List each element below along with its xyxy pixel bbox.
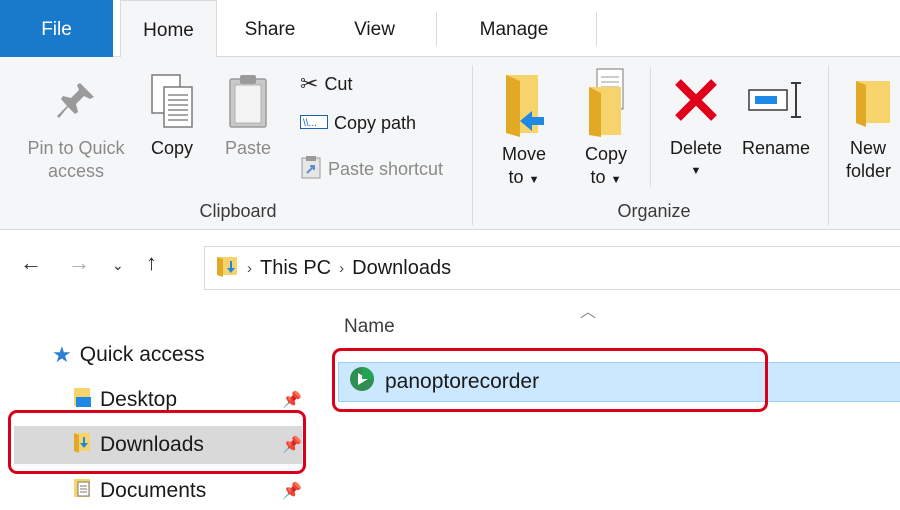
nav-item-documents[interactable]: Documents 📌 xyxy=(70,472,302,510)
ribbon: Pin to Quick access Copy Paste ✂ Cut \\.… xyxy=(0,57,900,230)
group-divider xyxy=(472,65,473,225)
scissors-icon: ✂ xyxy=(300,71,319,96)
tab-home[interactable]: Home xyxy=(120,0,217,58)
tab-manage[interactable]: Manage xyxy=(440,0,588,57)
sort-ascending-caret-icon: ︿ xyxy=(580,304,597,321)
delete-label: Delete xyxy=(669,138,723,158)
highlight-downloads-outline xyxy=(8,410,306,474)
nav-item-quick-access[interactable]: ★ Quick access xyxy=(52,336,205,374)
documents-folder-icon xyxy=(70,477,92,505)
column-header-name[interactable]: Name xyxy=(344,316,395,338)
nav-item-label: Documents xyxy=(100,479,207,502)
move-to-label-1: Move xyxy=(501,144,546,164)
pin-label-1: Pin to Quick xyxy=(27,138,125,158)
cut-button[interactable]: ✂ Cut xyxy=(300,71,352,97)
paste-button[interactable]: Paste xyxy=(216,71,280,160)
move-to-label-2: to ▼ xyxy=(508,167,540,187)
copy-button[interactable]: Copy xyxy=(140,71,204,160)
tab-file[interactable]: File xyxy=(0,0,113,57)
paste-shortcut-icon xyxy=(300,155,322,184)
tab-divider xyxy=(596,12,597,46)
copy-to-icon xyxy=(568,65,644,143)
address-bar[interactable]: › This PC › Downloads xyxy=(204,246,900,290)
paste-label: Paste xyxy=(224,138,272,158)
new-folder-label-1: New xyxy=(850,138,887,158)
group-divider xyxy=(650,67,651,187)
copy-to-label-2: to ▼ xyxy=(590,167,622,187)
delete-button[interactable]: Delete ▼ xyxy=(660,77,732,183)
up-arrow-icon[interactable]: ↑ xyxy=(146,250,157,276)
back-arrow-icon[interactable]: ← xyxy=(20,250,42,276)
delete-x-icon xyxy=(660,77,732,137)
copy-icon xyxy=(140,71,204,137)
new-folder-button[interactable]: New folder xyxy=(836,77,900,183)
breadcrumb-downloads[interactable]: Downloads xyxy=(352,257,451,280)
paste-shortcut-button[interactable]: Paste shortcut xyxy=(300,155,443,184)
file-list: ︿ Name panoptorecorder xyxy=(320,296,900,510)
star-icon: ★ xyxy=(52,342,72,367)
rename-label: Rename xyxy=(741,138,811,158)
group-divider xyxy=(828,65,829,225)
recent-locations-chevron-icon[interactable]: ⌄ xyxy=(112,257,124,274)
cut-label: Cut xyxy=(324,73,353,94)
breadcrumb-separator-icon[interactable]: › xyxy=(247,260,252,277)
pin-icon[interactable]: 📌 xyxy=(282,390,302,410)
copy-path-icon: \\... xyxy=(300,113,328,134)
ribbon-tab-strip: File Home Share View Manage xyxy=(0,0,900,58)
pin-to-quick-access-button[interactable]: Pin to Quick access xyxy=(14,79,138,183)
pin-label-2: access xyxy=(47,161,105,181)
rename-button[interactable]: Rename xyxy=(734,77,818,160)
pin-icon xyxy=(14,79,138,137)
dropdown-caret-icon: ▼ xyxy=(690,165,702,177)
copy-to-button[interactable]: Copy to ▼ xyxy=(568,65,644,192)
paste-shortcut-label: Paste shortcut xyxy=(328,159,444,179)
new-folder-icon xyxy=(836,77,900,137)
dropdown-caret-icon: ▼ xyxy=(610,174,622,186)
tab-share[interactable]: Share xyxy=(222,0,318,57)
rename-icon xyxy=(734,77,818,137)
svg-text:\\...: \\... xyxy=(303,118,317,129)
pin-icon[interactable]: 📌 xyxy=(282,481,302,501)
forward-arrow-icon[interactable]: → xyxy=(68,250,90,276)
dropdown-caret-icon: ▼ xyxy=(528,174,540,186)
clipboard-group-label: Clipboard xyxy=(199,201,277,221)
navigation-bar: ← → ⌄ ↑ › This PC › Downloads xyxy=(0,240,900,296)
breadcrumb-separator-icon[interactable]: › xyxy=(339,260,344,277)
highlight-file-outline xyxy=(332,348,768,412)
navigation-pane: ★ Quick access Desktop 📌 Downloads 📌 Doc… xyxy=(0,296,320,510)
copy-to-label-1: Copy xyxy=(584,144,628,164)
nav-item-label: Desktop xyxy=(100,388,178,411)
downloads-folder-icon xyxy=(215,253,239,283)
new-folder-label-2: folder xyxy=(846,161,892,181)
tab-divider xyxy=(436,12,437,46)
copy-label: Copy xyxy=(150,138,194,158)
move-to-icon xyxy=(484,71,564,143)
copy-path-label: Copy path xyxy=(334,113,417,133)
move-to-button[interactable]: Move to ▼ xyxy=(484,71,564,192)
nav-item-label: Quick access xyxy=(79,343,205,366)
clipboard-icon xyxy=(216,71,280,137)
copy-path-button[interactable]: \\... Copy path xyxy=(300,113,416,134)
organize-group-label: Organize xyxy=(617,201,691,221)
tab-view[interactable]: View xyxy=(322,0,427,57)
breadcrumb-this-pc[interactable]: This PC xyxy=(260,257,331,280)
